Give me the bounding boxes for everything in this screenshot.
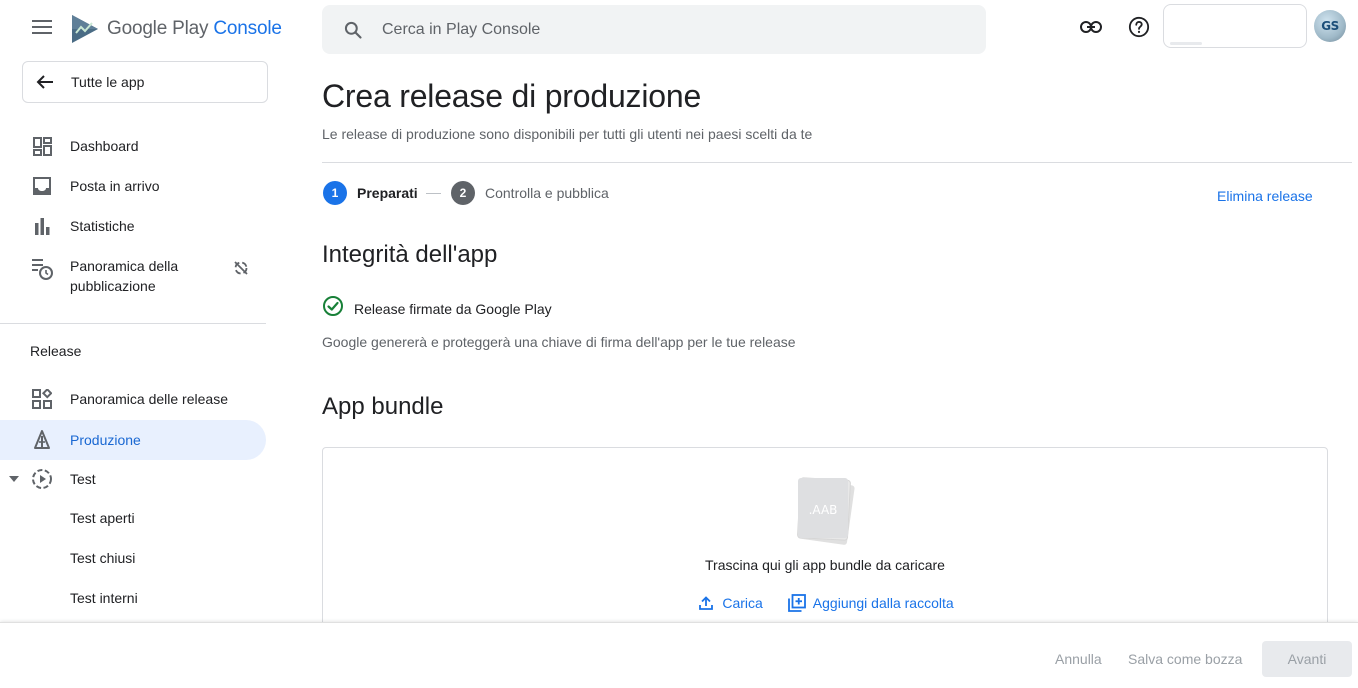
upload-button[interactable]: Carica — [696, 593, 763, 613]
publishing-overview-icon — [31, 258, 53, 280]
caret-down-icon — [8, 473, 20, 485]
cancel-button[interactable]: Annulla — [1055, 651, 1102, 667]
release-overview-icon — [31, 388, 53, 410]
footer-action-bar: Annulla Salva come bozza Avanti — [0, 622, 1358, 688]
sidebar-item-release-overview[interactable]: Panoramica delle release — [0, 379, 266, 419]
brand-main: Google Play — [107, 18, 209, 39]
help-icon — [1128, 16, 1150, 43]
step-review-publish[interactable]: 2 Controlla e pubblica — [451, 181, 609, 205]
link-button[interactable] — [1074, 12, 1108, 46]
add-from-library-button[interactable]: Aggiungi dalla raccolta — [787, 593, 954, 613]
inbox-icon — [31, 175, 53, 197]
dropzone-text: Trascina qui gli app bundle da caricare — [705, 557, 945, 573]
sidebar-item-label: Test — [70, 471, 96, 487]
sidebar-item-statistics[interactable]: Statistiche — [0, 206, 266, 246]
add-from-library-label: Aggiungi dalla raccolta — [812, 595, 954, 611]
sidebar-item-publishing-overview[interactable]: Panoramica della pubblicazione — [0, 256, 266, 306]
account-switcher[interactable] — [1163, 4, 1307, 48]
header-divider — [322, 162, 1352, 163]
account-switcher-indicator — [1170, 42, 1202, 45]
sync-disabled-icon — [231, 258, 251, 278]
sidebar-item-production[interactable]: Produzione — [0, 420, 266, 460]
all-apps-label: Tutte le app — [71, 74, 145, 90]
aab-file-icon: .AAB — [793, 476, 855, 546]
step-prepare[interactable]: 1 Preparati — [323, 181, 418, 205]
sidebar-item-label: Produzione — [70, 432, 141, 448]
sidebar-subitem-open-testing[interactable]: Test aperti — [70, 510, 135, 526]
production-icon — [31, 429, 53, 451]
sidebar-item-inbox[interactable]: Posta in arrivo — [0, 166, 266, 206]
hamburger-icon — [32, 19, 52, 39]
search-input[interactable] — [382, 20, 942, 39]
sidebar-item-label: Statistiche — [70, 218, 135, 234]
delete-release-button[interactable]: Elimina release — [1217, 188, 1313, 204]
brand-name: Google Play Console — [107, 18, 282, 40]
arrow-back-icon — [34, 71, 56, 93]
page-subtitle: Le release di produzione sono disponibil… — [322, 126, 813, 142]
signing-status-label: Release firmate da Google Play — [354, 300, 552, 317]
sidebar-item-label: Panoramica della pubblicazione — [70, 258, 179, 294]
app-bundle-heading: App bundle — [322, 393, 444, 420]
sidebar-divider — [0, 323, 266, 324]
next-button[interactable]: Avanti — [1262, 641, 1352, 677]
check-circle-icon — [322, 295, 344, 322]
bar-chart-icon — [31, 215, 53, 237]
step-number: 2 — [451, 181, 475, 205]
dropzone-actions: Carica Aggiungi dalla raccolta — [323, 593, 1327, 613]
dashboard-icon — [31, 135, 53, 157]
sidebar-subitem-closed-testing[interactable]: Test chiusi — [70, 550, 135, 566]
upload-label: Carica — [722, 595, 763, 611]
library-add-icon — [787, 593, 807, 613]
signing-description: Google genererà e proteggerà una chiave … — [322, 334, 796, 350]
search-icon — [342, 19, 364, 41]
play-console-logo-icon — [70, 13, 100, 45]
sidebar-item-label: Panoramica delle release — [70, 391, 228, 407]
app-bundle-dropzone[interactable]: .AAB Trascina qui gli app bundle da cari… — [322, 447, 1328, 647]
sidebar-section-release: Release — [30, 343, 82, 359]
link-icon — [1080, 20, 1102, 38]
avatar[interactable]: GS — [1314, 10, 1346, 42]
aab-file-label: .AAB — [809, 503, 838, 517]
save-draft-button[interactable]: Salva come bozza — [1128, 651, 1242, 667]
page-title: Crea release di produzione — [322, 78, 702, 114]
step-label: Controlla e pubblica — [485, 185, 609, 201]
search-bar[interactable] — [322, 5, 986, 54]
sidebar-item-test[interactable]: Test — [0, 459, 266, 499]
app-integrity-heading: Integrità dell'app — [322, 241, 498, 268]
sidebar-subitem-internal-testing[interactable]: Test interni — [70, 590, 138, 606]
signing-status: Release firmate da Google Play — [322, 295, 552, 322]
upload-icon — [696, 593, 716, 613]
step-connector — [426, 193, 441, 194]
help-button[interactable] — [1122, 12, 1156, 46]
sidebar-item-label: Dashboard — [70, 138, 139, 154]
brand-console: Console — [213, 18, 282, 39]
step-label: Preparati — [357, 185, 418, 201]
test-icon — [31, 468, 53, 490]
sidebar-item-dashboard[interactable]: Dashboard — [0, 126, 266, 166]
play-console-logo[interactable]: Google Play Console — [70, 12, 282, 46]
all-apps-button[interactable]: Tutte le app — [22, 61, 268, 103]
step-number: 1 — [323, 181, 347, 205]
main-menu-button[interactable] — [22, 11, 62, 47]
sidebar-item-label: Posta in arrivo — [70, 178, 160, 194]
